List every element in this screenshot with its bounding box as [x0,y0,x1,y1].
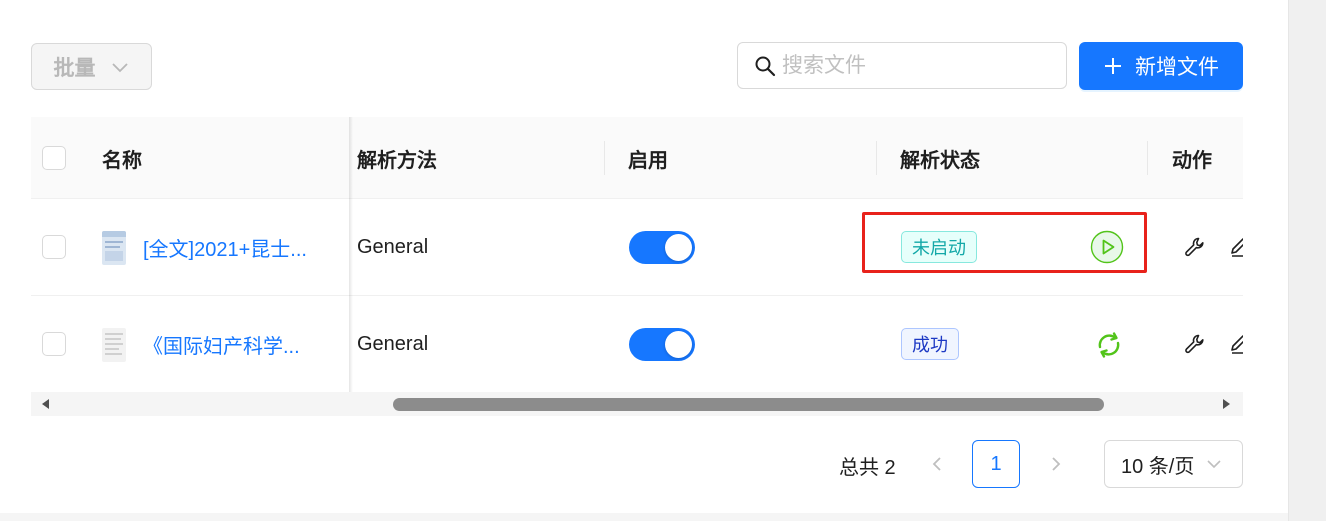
total-count: 总共 2 [839,457,896,479]
play-circle-icon[interactable] [1090,230,1124,264]
chevron-down-icon [1207,460,1221,469]
column-header-enabled[interactable]: 启用 [628,117,668,199]
column-divider [1147,141,1148,175]
horizontal-scrollbar[interactable] [31,392,1243,416]
row-checkbox[interactable] [42,235,66,259]
enable-toggle[interactable] [629,328,695,361]
document-thumbnail-icon [102,231,126,265]
column-header-name[interactable]: 名称 [102,117,142,199]
scrollbar-thumb[interactable] [393,398,1104,411]
chevron-down-icon [111,62,128,72]
parser-method: General [357,236,429,258]
add-file-button[interactable]: 新增文件 [1079,42,1243,90]
table-row: [全文]2021+昆士... General 未启动 [31,199,1243,296]
select-all-checkbox[interactable] [42,146,66,170]
plus-icon [1105,58,1121,74]
file-name-link[interactable]: [全文]2021+昆士... [143,199,307,296]
table-header: 名称 解析方法 启用 解析状态 动作 [31,117,1243,199]
status-badge: 成功 [901,328,959,360]
edit-icon[interactable] [1229,333,1243,355]
file-table: 名称 解析方法 启用 解析状态 动作 [全文]2021+昆士... Genera… [31,117,1243,415]
status-badge: 未启动 [901,231,977,263]
row-checkbox[interactable] [42,332,66,356]
column-divider [604,141,605,175]
wrench-icon[interactable] [1184,236,1206,258]
toggle-knob [665,331,692,358]
sync-icon[interactable] [1092,328,1126,362]
bulk-actions-label: 批量 [53,56,96,80]
bulk-actions-button[interactable]: 批量 [31,43,152,90]
search-box[interactable] [737,42,1067,89]
page-scrollbar-track [1288,0,1326,521]
search-icon [755,56,776,76]
next-page-icon[interactable] [1046,452,1066,476]
column-header-status[interactable]: 解析状态 [900,117,980,199]
page-size-label: 10 条/页 [1121,455,1195,478]
scroll-left-arrow-icon[interactable] [39,397,53,411]
add-file-label: 新增文件 [1135,56,1219,79]
column-header-actions: 动作 [1172,149,1212,172]
file-name-link[interactable]: 《国际妇产科学... [143,296,300,393]
wrench-icon[interactable] [1184,333,1206,355]
table-row: 《国际妇产科学... General 成功 [31,296,1243,393]
document-thumbnail-icon [102,328,126,362]
column-header-parser[interactable]: 解析方法 [357,117,437,199]
edit-icon[interactable] [1229,236,1243,258]
enable-toggle[interactable] [629,231,695,264]
parser-method: General [357,333,429,355]
search-input[interactable] [782,53,1042,78]
prev-page-icon[interactable] [927,452,947,476]
column-divider [876,141,877,175]
content-panel: 批量 新增文件 名称 解析方法 启用 解析状态 动作 [0,0,1288,513]
toggle-knob [665,234,692,261]
scroll-right-arrow-icon[interactable] [1219,397,1233,411]
page-size-select[interactable]: 10 条/页 [1104,440,1243,488]
page-item[interactable]: 1 [972,440,1020,488]
